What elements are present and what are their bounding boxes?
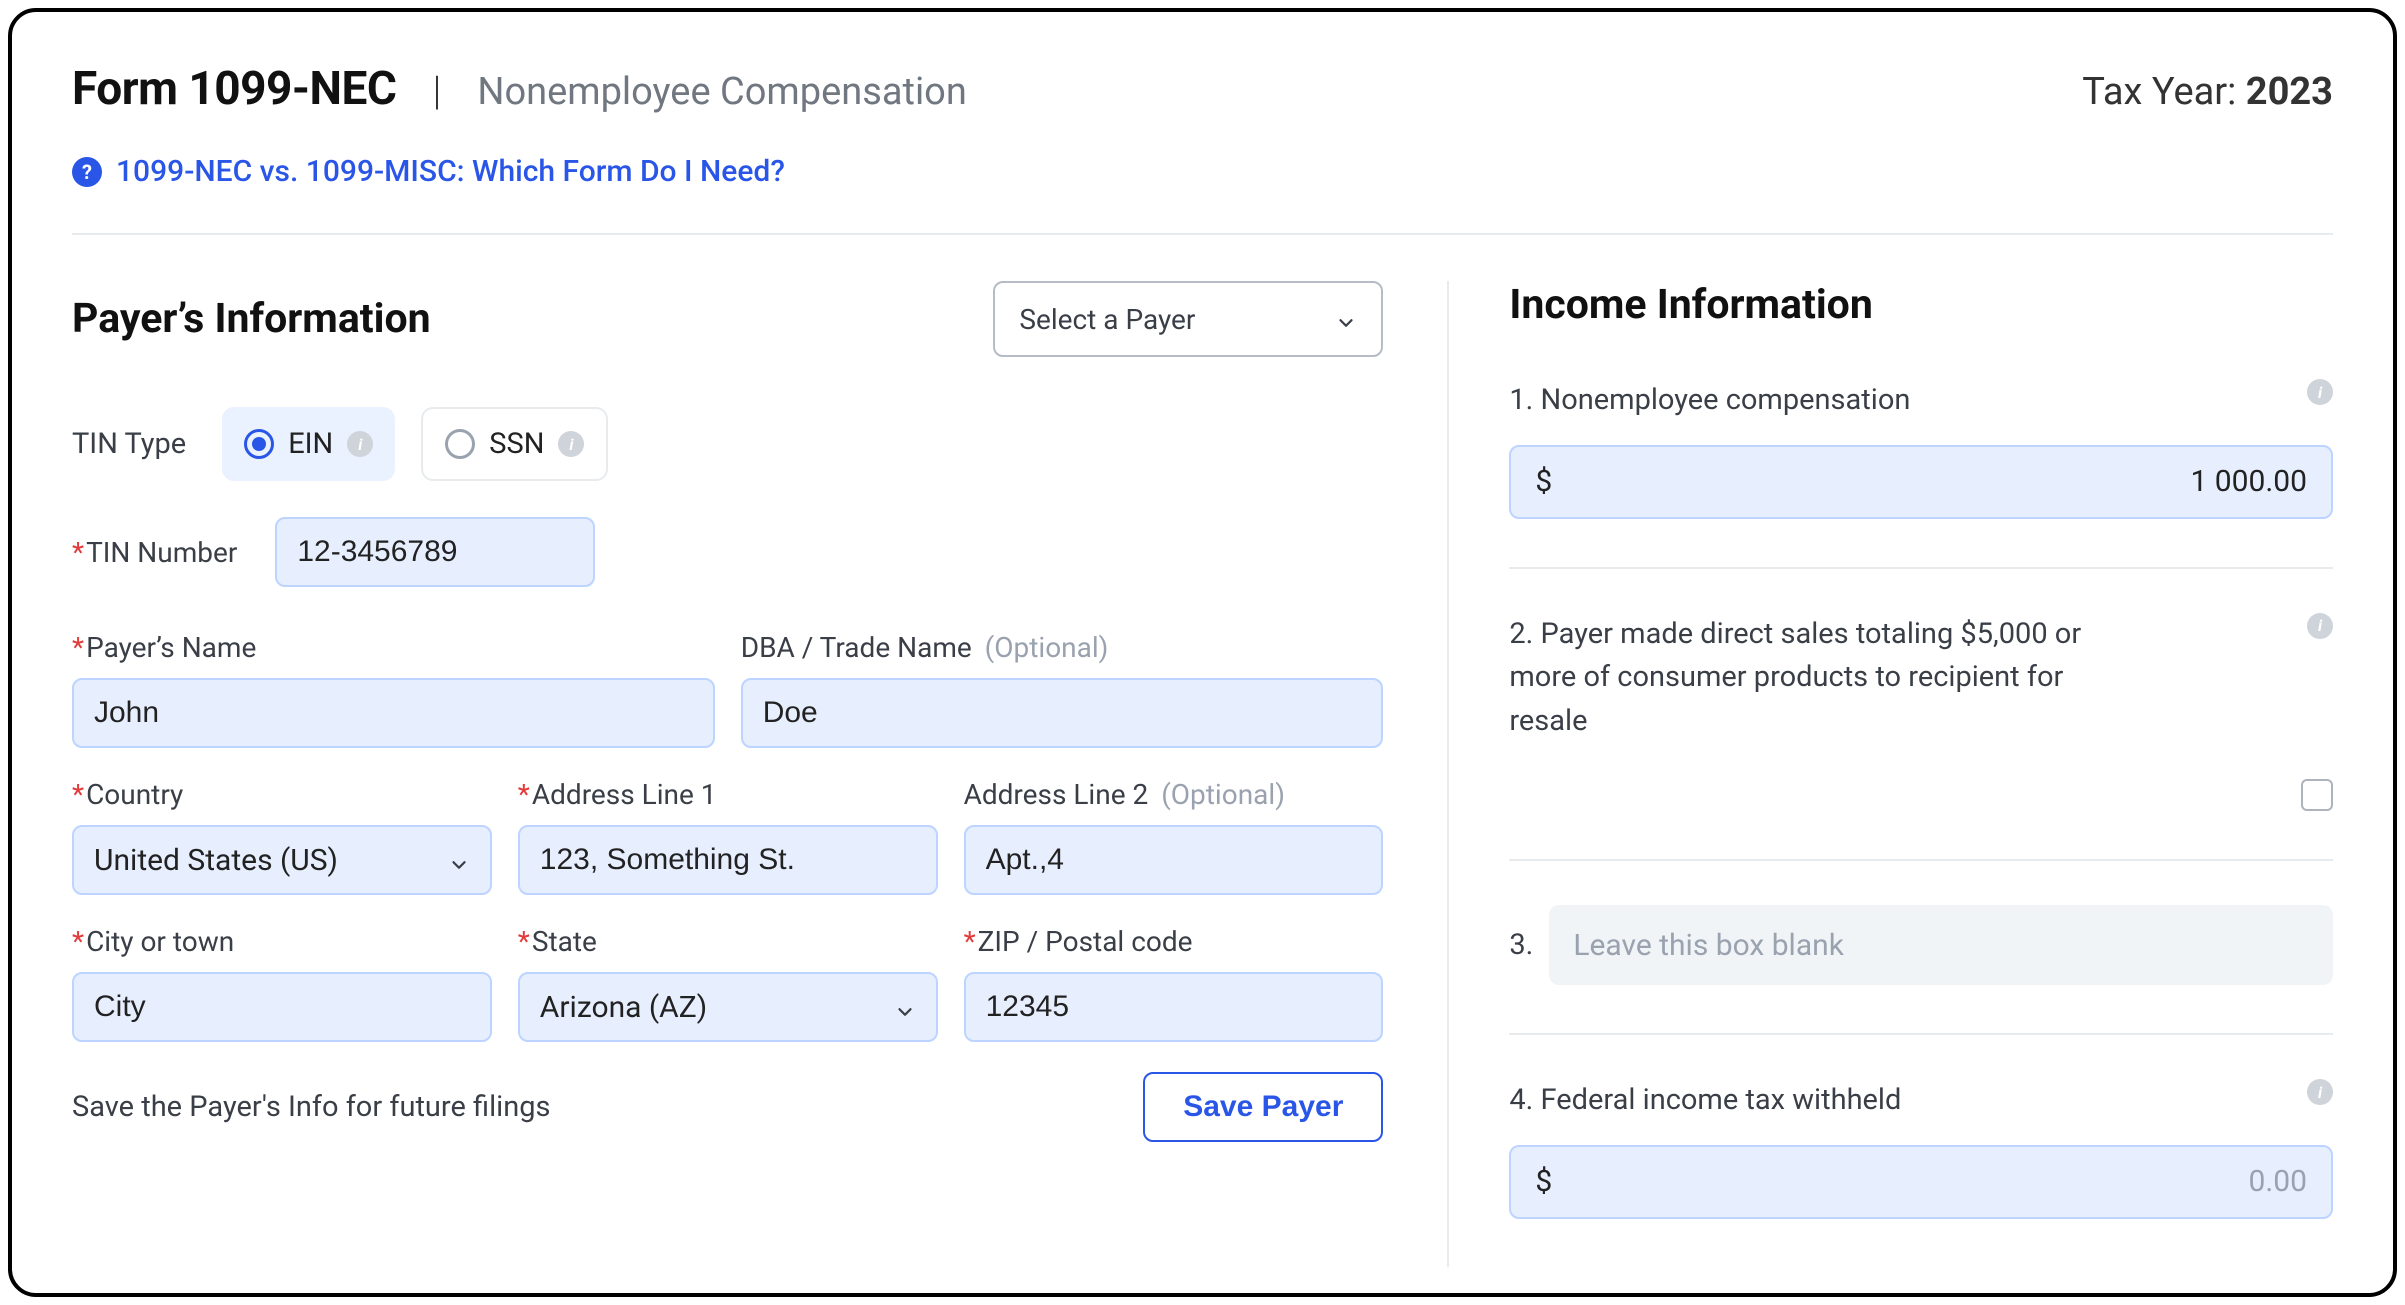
info-icon[interactable]: i: [2307, 613, 2333, 639]
name-row: Payer’s Name DBA / Trade Name (Optional): [72, 631, 1383, 748]
dba-field: DBA / Trade Name (Optional): [741, 631, 1384, 748]
payer-name-input[interactable]: [72, 678, 715, 748]
columns: Payer’s Information Select a Payer TIN T…: [72, 281, 2333, 1267]
address1-field: Address Line 1: [518, 778, 938, 895]
tin-type-label: TIN Type: [72, 427, 186, 461]
currency-symbol: $: [1535, 1164, 1552, 1199]
address-row-1: Country United States (US) Address Line …: [72, 778, 1383, 895]
optional-tag: (Optional): [985, 631, 1109, 664]
tin-number-label: TIN Number: [72, 536, 237, 569]
tin-type-ein-label: EIN: [288, 427, 333, 461]
country-field: Country United States (US): [72, 778, 492, 895]
tin-type-row: TIN Type EIN i SSN i: [72, 407, 1383, 481]
tin-type-ssn-radio[interactable]: SSN i: [421, 407, 608, 481]
payer-section-title: Payer’s Information: [72, 295, 431, 343]
income-divider: [1509, 859, 2333, 861]
income-box-2-label: 2. Payer made direct sales totaling $5,0…: [1509, 613, 2129, 744]
zip-label: ZIP / Postal code: [964, 925, 1384, 958]
info-icon[interactable]: i: [2307, 379, 2333, 405]
address2-input[interactable]: [964, 825, 1384, 895]
select-payer-dropdown[interactable]: Select a Payer: [993, 281, 1383, 357]
country-label: Country: [72, 778, 492, 811]
income-box-4: 4. Federal income tax withheld i $ 0.00: [1509, 1079, 2333, 1219]
income-box-4-label: 4. Federal income tax withheld: [1509, 1079, 1901, 1123]
tin-number-row: TIN Number: [72, 517, 1383, 587]
city-input[interactable]: [72, 972, 492, 1042]
info-icon[interactable]: i: [558, 431, 584, 457]
chevron-down-icon: [894, 996, 916, 1018]
tin-type-ssn-label: SSN: [489, 427, 544, 461]
help-row: ? 1099-NEC vs. 1099-MISC: Which Form Do …: [72, 154, 2333, 189]
income-box-4-input[interactable]: $ 0.00: [1509, 1145, 2333, 1219]
radio-unselected-icon: [445, 429, 475, 459]
chevron-down-icon: [448, 849, 470, 871]
state-select[interactable]: Arizona (AZ): [518, 972, 938, 1042]
header-divider: |: [426, 67, 447, 114]
income-divider: [1509, 567, 2333, 569]
income-divider: [1509, 1033, 2333, 1035]
income-box-4-placeholder: 0.00: [2249, 1164, 2308, 1199]
address1-input[interactable]: [518, 825, 938, 895]
header-left: Form 1099-NEC | Nonemployee Compensation: [72, 62, 967, 116]
zip-field: ZIP / Postal code: [964, 925, 1384, 1042]
city-label: City or town: [72, 925, 492, 958]
info-icon[interactable]: i: [347, 431, 373, 457]
save-payer-note: Save the Payer's Info for future filings: [72, 1090, 551, 1124]
address2-label-text: Address Line 2: [964, 778, 1149, 811]
help-icon: ?: [72, 157, 102, 187]
form-container: Form 1099-NEC | Nonemployee Compensation…: [8, 8, 2397, 1297]
income-box-1-label: 1. Nonemployee compensation: [1509, 379, 1910, 423]
address2-label: Address Line 2 (Optional): [964, 778, 1384, 811]
city-field: City or town: [72, 925, 492, 1042]
income-box-1: 1. Nonemployee compensation i $ 1 000.00: [1509, 379, 2333, 519]
dba-label-text: DBA / Trade Name: [741, 631, 972, 664]
tax-year-value: 2023: [2246, 70, 2333, 114]
currency-symbol: $: [1535, 464, 1552, 499]
state-value: Arizona (AZ): [540, 990, 707, 1025]
state-field: State Arizona (AZ): [518, 925, 938, 1042]
select-payer-placeholder: Select a Payer: [1019, 303, 1195, 336]
address-row-2: City or town State Arizona (AZ) ZIP / Po…: [72, 925, 1383, 1042]
income-box-3-number: 3.: [1509, 928, 1533, 962]
income-box-3: 3. Leave this box blank: [1509, 905, 2333, 985]
header-divider-line: [72, 233, 2333, 235]
income-box-2: 2. Payer made direct sales totaling $5,0…: [1509, 613, 2333, 812]
address1-label: Address Line 1: [518, 778, 938, 811]
tax-year: Tax Year: 2023: [2082, 70, 2333, 114]
payer-name-label: Payer’s Name: [72, 631, 715, 664]
zip-input[interactable]: [964, 972, 1384, 1042]
header-row: Form 1099-NEC | Nonemployee Compensation…: [72, 62, 2333, 116]
tin-type-ein-radio[interactable]: EIN i: [222, 407, 395, 481]
income-section: Income Information 1. Nonemployee compen…: [1447, 281, 2333, 1267]
dba-input[interactable]: [741, 678, 1384, 748]
tin-number-input[interactable]: [275, 517, 595, 587]
form-title: Form 1099-NEC: [72, 62, 396, 116]
tax-year-label: Tax Year:: [2082, 70, 2236, 114]
income-box-3-placeholder: Leave this box blank: [1549, 905, 2333, 985]
payer-section-header: Payer’s Information Select a Payer: [72, 281, 1383, 357]
country-value: United States (US): [94, 843, 338, 878]
radio-selected-icon: [244, 429, 274, 459]
income-section-title: Income Information: [1509, 281, 2333, 329]
optional-tag: (Optional): [1161, 778, 1285, 811]
info-icon[interactable]: i: [2307, 1079, 2333, 1105]
income-box-2-checkbox[interactable]: [2301, 779, 2333, 811]
income-box-1-input[interactable]: $ 1 000.00: [1509, 445, 2333, 519]
address2-field: Address Line 2 (Optional): [964, 778, 1384, 895]
state-label: State: [518, 925, 938, 958]
save-payer-button[interactable]: Save Payer: [1143, 1072, 1383, 1142]
save-payer-row: Save the Payer's Info for future filings…: [72, 1072, 1383, 1142]
country-select[interactable]: United States (US): [72, 825, 492, 895]
payer-section: Payer’s Information Select a Payer TIN T…: [72, 281, 1383, 1267]
income-box-1-value: 1 000.00: [2190, 464, 2307, 499]
form-subtitle: Nonemployee Compensation: [477, 70, 967, 114]
help-link[interactable]: 1099-NEC vs. 1099-MISC: Which Form Do I …: [116, 154, 785, 189]
payer-name-field: Payer’s Name: [72, 631, 715, 748]
dba-label: DBA / Trade Name (Optional): [741, 631, 1384, 664]
chevron-down-icon: [1335, 308, 1357, 330]
